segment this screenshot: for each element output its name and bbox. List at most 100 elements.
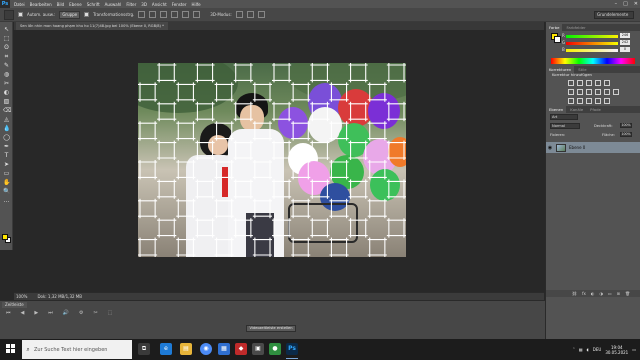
next-frame-icon[interactable]: ⏭ [48,310,53,316]
dark-app-icon[interactable]: ▣ [252,343,264,355]
vibrance-icon[interactable] [604,80,610,86]
menu-item-bearbeiten[interactable]: Bearbeiten [30,2,52,7]
move-tool-preset-icon[interactable] [4,9,14,20]
channel-mixer-icon[interactable] [604,89,610,95]
slider-blue-value[interactable]: 0 [620,47,630,52]
brush-tool-icon[interactable]: ◐ [3,89,10,96]
language-indicator[interactable]: DEU [593,347,602,352]
path-select-tool-icon[interactable]: ➤ [3,161,10,168]
previous-frame-icon[interactable]: ◀ [21,310,25,316]
task-view-icon[interactable]: ⧉ [138,343,150,355]
zoom-tool-icon[interactable]: 🔍 [3,188,10,195]
selective-color-icon[interactable] [604,98,610,104]
slider-red-value[interactable]: 246 [620,33,630,38]
adjustment-layer-icon[interactable]: ◑ [599,291,603,296]
layer-mask-icon[interactable]: ◐ [591,291,595,296]
layer-row[interactable]: ◉ Ebene 0 [546,142,640,153]
hue-saturation-icon[interactable] [568,89,574,95]
taskbar-search-box[interactable]: ⌕ Zur Suche Text hier eingeben [22,340,132,359]
slider-green[interactable]: G 242 [562,40,630,46]
maximize-button[interactable]: □ [623,1,628,7]
delete-layer-icon[interactable]: 🗑 [625,291,630,296]
slider-blue[interactable]: B 0 [562,47,630,53]
visibility-eye-icon[interactable]: ◉ [546,145,554,151]
align-bottom-icon[interactable] [160,11,168,18]
move-tool-icon[interactable]: ↖ [3,26,10,33]
volume-icon[interactable]: ◖ [587,347,589,352]
menu-item-auswahl[interactable]: Auswahl [105,2,122,7]
color-lookup-icon[interactable] [613,89,619,95]
minimize-button[interactable]: – [615,1,618,7]
tab-paths[interactable]: Pfade [587,106,604,113]
red-app-icon[interactable]: ◆ [235,343,247,355]
menu-item-ansicht[interactable]: Ansicht [152,2,167,7]
tab-color[interactable]: Farbe [546,24,563,31]
lasso-tool-icon[interactable]: ʘ [3,44,10,51]
network-icon[interactable]: ▦ [579,347,583,352]
menu-item-bild[interactable]: Bild [57,2,65,7]
tab-channels[interactable]: Kanäle [567,106,586,113]
more-tools-icon[interactable]: … [3,197,10,204]
layer-name[interactable]: Ebene 0 [569,145,585,150]
transform-controls-checkbox[interactable] [84,12,90,17]
quick-select-tool-icon[interactable]: ⌗ [3,53,10,60]
brightness-icon[interactable] [568,80,574,86]
eraser-tool-icon[interactable]: ⌫ [3,107,11,114]
windows-start-icon[interactable] [6,344,16,354]
menu-item-fenster[interactable]: Fenster [172,2,187,7]
edge-icon[interactable]: e [160,343,172,355]
create-video-timeline-button[interactable]: Videozeitleiste erstellen [246,325,296,332]
posterize-icon[interactable] [577,98,583,104]
tab-layers[interactable]: Ebenen [546,106,567,113]
document-image[interactable] [138,63,406,257]
split-icon[interactable]: ✂ [93,310,97,316]
timeline-tab[interactable]: Zeitleiste [2,302,27,308]
stamp-tool-icon[interactable]: ▧ [3,98,10,105]
align-right-icon[interactable] [193,11,201,18]
opacity-value[interactable]: 100% [620,123,632,128]
dodge-tool-icon[interactable]: ◯ [3,134,10,141]
align-middle-icon[interactable] [149,11,157,18]
new-layer-icon[interactable]: ⊞ [617,291,620,296]
play-icon[interactable]: ▶ [34,310,38,316]
auto-select-checkbox[interactable] [18,12,23,17]
hand-tool-icon[interactable]: ✋ [3,179,10,186]
menu-item-hilfe[interactable]: Hilfe [192,2,201,7]
slider-green-value[interactable]: 242 [620,40,630,45]
black-white-icon[interactable] [586,89,592,95]
menu-item-ebene[interactable]: Ebene [69,2,82,7]
menu-item-3d[interactable]: 3D [141,2,147,7]
align-center-icon[interactable] [182,11,190,18]
clock[interactable]: 19:04 30.05.2021 [605,345,628,355]
slider-red-track[interactable] [566,35,618,38]
link-layers-icon[interactable]: ⛓ [572,291,577,296]
slider-blue-track[interactable] [566,49,618,52]
zoom-level[interactable]: 100% [16,294,27,299]
3d-rotate-icon[interactable] [235,11,243,18]
slider-red[interactable]: R 246 [562,33,630,39]
marquee-tool-icon[interactable]: ⬚ [3,35,10,42]
crop-tool-icon[interactable]: ✎ [3,62,10,69]
auto-select-dropdown[interactable]: Gruppe [59,10,81,19]
threshold-icon[interactable] [586,98,592,104]
fill-value[interactable]: 100% [620,132,632,137]
photoshop-taskbar-icon[interactable]: Ps [286,343,298,355]
photo-filter-icon[interactable] [595,89,601,95]
gradient-tool-icon[interactable]: ◬ [3,116,10,123]
exposure-icon[interactable] [595,80,601,86]
type-tool-icon[interactable]: T [3,152,10,159]
curves-icon[interactable] [586,80,592,86]
layer-style-icon[interactable]: fx [582,291,586,296]
layer-filter-dropdown[interactable]: Art [550,114,578,120]
healing-tool-icon[interactable]: ✂ [3,80,10,87]
blur-tool-icon[interactable]: 💧 [3,125,10,132]
tray-chevron-icon[interactable]: ˄ [573,347,575,352]
slider-green-track[interactable] [566,42,618,45]
3d-drag-icon[interactable] [257,11,265,18]
foreground-color-swatch[interactable] [2,234,8,240]
blend-mode-dropdown[interactable]: Normal [550,123,580,129]
menu-item-datei[interactable]: Datei [14,2,25,7]
close-button[interactable]: ✕ [634,1,638,7]
eyedropper-tool-icon[interactable]: ◍ [3,71,10,78]
audio-icon[interactable]: 🔊 [63,310,69,316]
